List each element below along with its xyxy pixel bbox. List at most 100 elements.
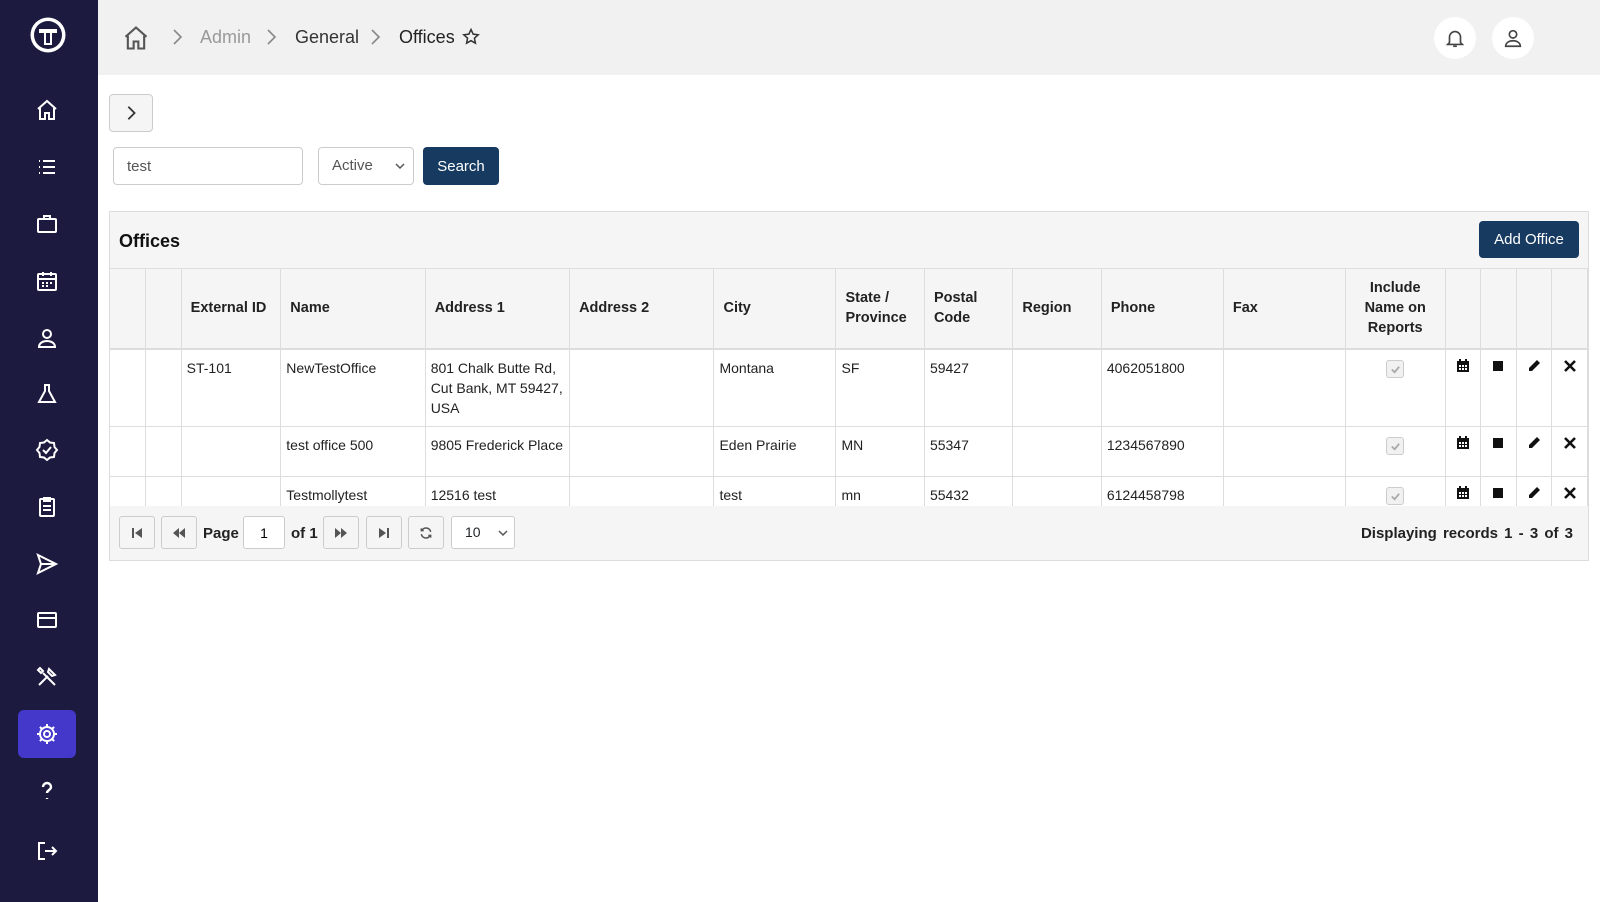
column-header-external-id[interactable]: External ID: [181, 268, 282, 350]
row-expand-cell[interactable]: [145, 348, 182, 427]
column-header-address1[interactable]: Address 1: [425, 268, 571, 350]
previous-page-button[interactable]: [161, 516, 197, 549]
star-icon[interactable]: [461, 27, 481, 47]
pencil-icon: [1528, 359, 1540, 371]
cell-city: Eden Prairie: [713, 426, 837, 477]
check-icon: [1391, 442, 1401, 451]
panel-title: Offices: [119, 231, 181, 251]
last-page-button[interactable]: [366, 516, 402, 549]
row-select-cell[interactable]: [110, 348, 147, 427]
schedule-button[interactable]: [1445, 426, 1482, 477]
sidebar-item-logout[interactable]: [18, 827, 76, 875]
column-header-name[interactable]: Name: [280, 268, 426, 350]
row-expand-cell[interactable]: [145, 426, 182, 477]
sidebar-item-user[interactable]: [18, 314, 76, 362]
top-bar: Admin General Offices: [98, 0, 1600, 75]
home-icon[interactable]: [122, 24, 150, 52]
sidebar-item-lab[interactable]: [18, 370, 76, 418]
main-content: Active Search Offices Add Office Externa…: [98, 75, 1600, 902]
sidebar-item-send[interactable]: [18, 540, 76, 588]
toggle-filter-button[interactable]: [109, 94, 153, 132]
flask-icon: [37, 384, 57, 403]
last-page-icon: [379, 527, 389, 538]
sidebar-item-briefcase[interactable]: [18, 200, 76, 248]
column-header-state[interactable]: State / Province: [835, 268, 925, 350]
page-count-label: of 1: [291, 525, 318, 542]
status-select[interactable]: Active: [318, 147, 414, 185]
profile-button[interactable]: [1492, 17, 1534, 59]
search-input[interactable]: [113, 147, 303, 185]
sidebar-item-help[interactable]: [18, 767, 76, 815]
question-icon: [41, 781, 53, 799]
table-row: ST-101 NewTestOffice 801 Chalk Butte Rd, C…: [110, 348, 1588, 427]
schedule-button[interactable]: [1445, 348, 1482, 427]
stop-icon: [1493, 437, 1504, 448]
calendar-icon: [1456, 358, 1469, 372]
refresh-button[interactable]: [408, 516, 444, 549]
deactivate-button[interactable]: [1480, 348, 1517, 427]
cell-region: [1012, 426, 1102, 477]
list-icon: [39, 160, 55, 174]
edit-button[interactable]: [1516, 426, 1553, 477]
row-select-cell[interactable]: [110, 426, 147, 477]
sidebar-item-calendar[interactable]: [18, 257, 76, 305]
column-header-city[interactable]: City: [713, 268, 837, 350]
tools-icon: [36, 666, 57, 686]
column-header-include-name[interactable]: Include Name on Reports: [1345, 268, 1446, 350]
chevron-down-icon: [498, 530, 508, 537]
edit-button[interactable]: [1516, 348, 1553, 427]
breadcrumb-admin[interactable]: Admin: [200, 25, 251, 49]
column-header-select: [110, 268, 147, 350]
page-size-value: 10: [465, 524, 481, 540]
cell-external-id: [181, 426, 282, 477]
sidebar-item-home[interactable]: [18, 86, 76, 134]
calendar-icon: [1456, 435, 1469, 449]
next-page-button[interactable]: [323, 516, 359, 549]
deactivate-button[interactable]: [1480, 426, 1517, 477]
status-select-value: Active: [332, 157, 373, 174]
sidebar-item-settings[interactable]: [18, 710, 76, 758]
cell-region: [1012, 348, 1102, 427]
credit-card-icon: [37, 612, 57, 628]
page-label: Page: [203, 525, 239, 542]
delete-button[interactable]: [1551, 348, 1588, 427]
sidebar-item-verified[interactable]: [18, 426, 76, 474]
column-header-action-3: [1516, 268, 1553, 350]
page-size-select[interactable]: 10: [451, 516, 515, 549]
cell-state: SF: [835, 348, 925, 427]
column-header-fax[interactable]: Fax: [1223, 268, 1346, 350]
column-header-phone[interactable]: Phone: [1101, 268, 1224, 350]
column-header-region[interactable]: Region: [1012, 268, 1102, 350]
include-name-checkbox: [1386, 359, 1405, 378]
search-button[interactable]: Search: [423, 147, 499, 185]
close-icon: [1563, 359, 1576, 372]
column-header-address2[interactable]: Address 2: [569, 268, 715, 350]
badge-check-icon: [35, 438, 59, 462]
sidebar: [0, 0, 98, 902]
column-header-postal-code[interactable]: Postal Code: [924, 268, 1014, 350]
sidebar-item-list[interactable]: [18, 143, 76, 191]
column-header-action-2: [1480, 268, 1517, 350]
calendar-icon: [37, 272, 57, 291]
delete-button[interactable]: [1551, 426, 1588, 477]
records-summary: Displaying records 1 - 3 of 3: [1360, 525, 1573, 542]
first-page-button[interactable]: [119, 516, 155, 549]
offices-table: External ID Name Address 1 Address 2 Cit…: [110, 268, 1588, 519]
chevron-right-icon: [267, 29, 277, 45]
breadcrumb-general[interactable]: General: [295, 25, 359, 49]
close-icon: [1563, 436, 1576, 449]
cell-external-id: ST-101: [181, 348, 282, 427]
add-office-button[interactable]: Add Office: [1479, 221, 1579, 258]
cell-address2: [569, 426, 715, 477]
include-name-checkbox: [1386, 486, 1405, 505]
sidebar-item-billing[interactable]: [18, 596, 76, 644]
refresh-icon: [420, 526, 432, 539]
notifications-button[interactable]: [1434, 17, 1476, 59]
company-logo[interactable]: [29, 16, 67, 54]
send-icon: [36, 553, 59, 575]
page-number-input[interactable]: [243, 516, 285, 549]
cell-name: NewTestOffice: [280, 348, 426, 427]
rewind-icon: [173, 527, 185, 538]
sidebar-item-tools[interactable]: [18, 653, 76, 701]
sidebar-item-clipboard[interactable]: [18, 483, 76, 531]
